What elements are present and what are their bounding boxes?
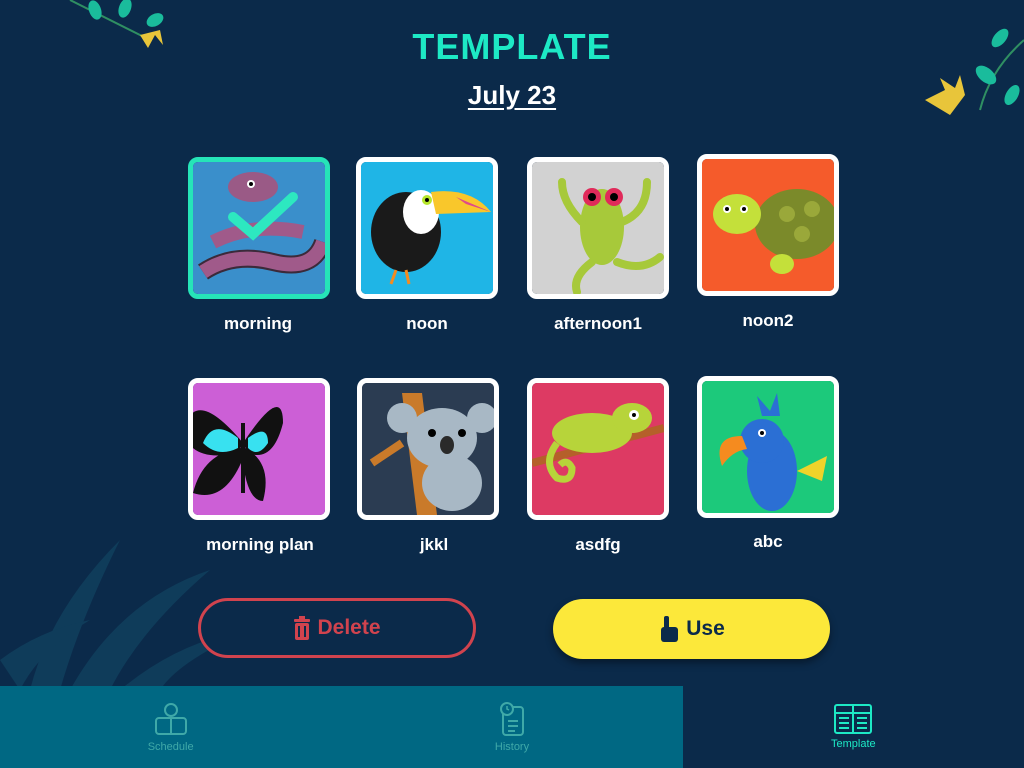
tab-history[interactable]: History bbox=[341, 686, 683, 768]
template-label: abc bbox=[753, 532, 783, 551]
date-heading: July 23 bbox=[467, 80, 557, 110]
template-label: noon bbox=[406, 314, 448, 333]
history-clipboard-icon bbox=[499, 702, 524, 736]
pointing-hand-icon bbox=[658, 616, 680, 642]
page-title: TEMPLATE bbox=[412, 26, 612, 67]
koala-illustration-icon bbox=[362, 383, 494, 515]
tab-schedule[interactable]: Schedule bbox=[0, 686, 342, 768]
chameleon-illustration-icon bbox=[532, 383, 664, 515]
turtle-illustration-icon bbox=[702, 159, 834, 291]
schedule-person-icon bbox=[154, 703, 187, 735]
delete-button[interactable]: Delete bbox=[198, 598, 476, 658]
template-card-jkkl[interactable] bbox=[357, 378, 499, 520]
use-button[interactable]: Use bbox=[553, 599, 830, 659]
template-card-morning[interactable] bbox=[188, 157, 330, 299]
toucan-illustration-icon bbox=[361, 162, 493, 294]
template-card-afternoon1[interactable] bbox=[527, 157, 669, 299]
trash-icon bbox=[293, 616, 311, 640]
frog-illustration-icon bbox=[532, 162, 664, 294]
tab-label: Schedule bbox=[147, 741, 194, 753]
template-grid-icon bbox=[834, 704, 873, 734]
template-card-noon2[interactable] bbox=[697, 154, 839, 296]
tab-label: Template bbox=[831, 738, 876, 750]
bottom-tab-bar: Schedule History Template bbox=[0, 686, 1024, 768]
delete-button-label: Delete bbox=[317, 616, 381, 639]
use-button-label: Use bbox=[686, 617, 725, 640]
template-label: morning plan bbox=[206, 535, 314, 554]
template-card-asdfg[interactable] bbox=[527, 378, 669, 520]
snake-illustration-icon bbox=[193, 162, 325, 294]
template-card-noon[interactable] bbox=[356, 157, 498, 299]
template-label: noon2 bbox=[742, 311, 794, 330]
tab-label: History bbox=[494, 741, 530, 753]
template-card-morning-plan[interactable] bbox=[188, 378, 330, 520]
butterfly-illustration-icon bbox=[193, 383, 325, 515]
template-card-abc[interactable] bbox=[697, 376, 839, 518]
parrot-illustration-icon bbox=[702, 381, 834, 513]
tab-template[interactable]: Template bbox=[682, 686, 1024, 768]
